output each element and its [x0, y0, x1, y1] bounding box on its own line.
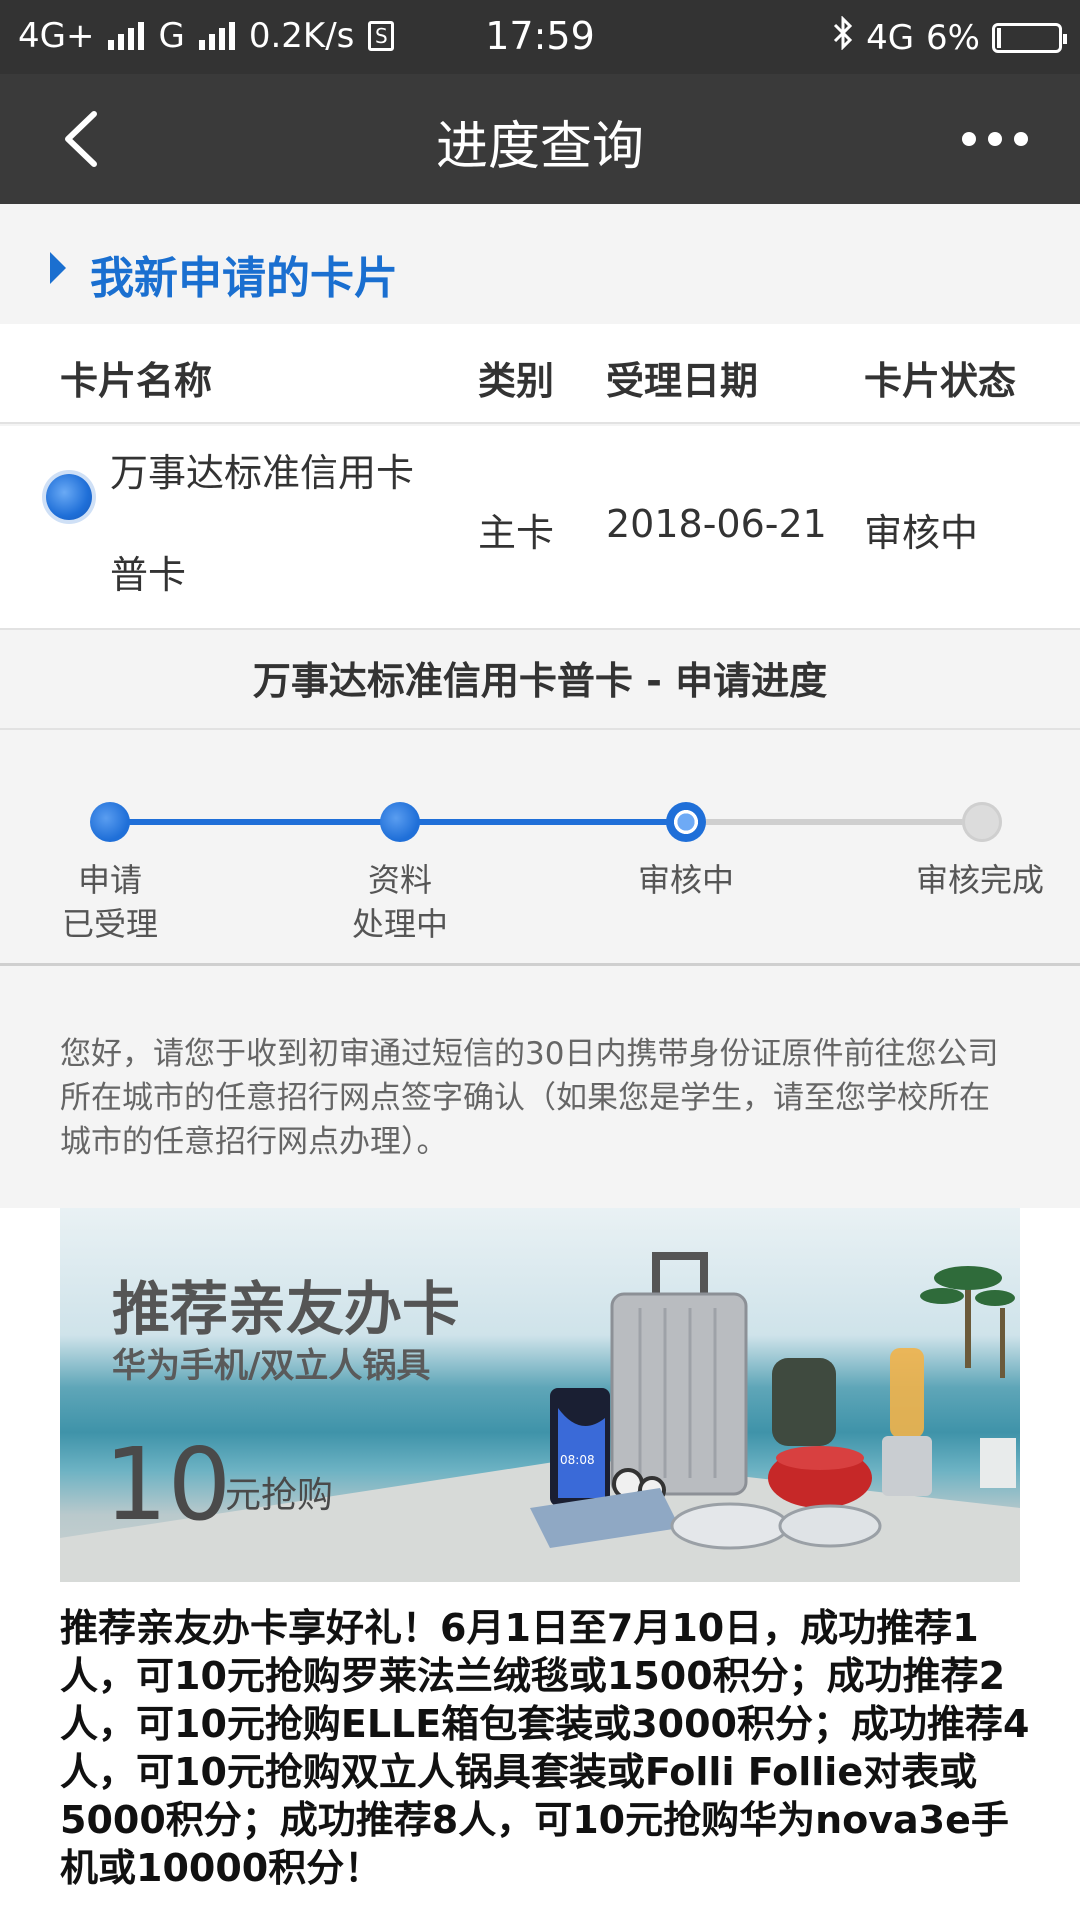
card-name-line1: 万事达标准信用卡 — [110, 451, 415, 495]
notice: 您好，请您于收到初审通过短信的30日内携带身份证原件前往您公司所在城市的任意招行… — [0, 968, 1080, 1208]
section-title: 我新申请的卡片 — [90, 253, 398, 304]
triangle-right-icon — [50, 252, 66, 284]
bluetooth-icon — [832, 15, 854, 59]
network-type-3: 4G — [866, 17, 915, 58]
banner-subtitle: 华为手机/双立人锅具 — [112, 1346, 431, 1386]
step-label-1: 申请 已受理 — [61, 861, 158, 943]
page-title: 进度查询 — [435, 117, 644, 177]
radio-selected-icon[interactable] — [46, 474, 92, 520]
status-bar: 4G+ G 0.2K/s S 17:59 4G 6% — [0, 0, 1080, 74]
progress-track-todo — [686, 819, 982, 825]
card-name: 万事达标准信用卡 普卡 — [110, 448, 460, 600]
banner-price-number: 10 — [104, 1426, 232, 1543]
battery-icon — [992, 22, 1067, 53]
table-header: 卡片名称 类别 受理日期 卡片状态 — [0, 324, 1080, 424]
step-node-4 — [962, 802, 1002, 842]
card-status: 审核中 — [864, 511, 979, 555]
banner-price-unit: 元抢购 — [225, 1475, 334, 1516]
progress-title: 万事达标准信用卡普卡 - 申请进度 — [0, 632, 1080, 730]
promo-section: 08:08 推荐亲友办卡 华为手机/双立人锅具 10 元抢购 推荐亲友办卡享好礼… — [0, 1208, 1080, 1920]
banner-title: 推荐亲友办卡 — [112, 1275, 461, 1343]
phone-clock-text: 08:08 — [560, 1453, 595, 1467]
col-date: 受理日期 — [606, 359, 759, 403]
card-category: 主卡 — [478, 511, 555, 555]
table-row[interactable]: 万事达标准信用卡 普卡 主卡 2018-06-21 审核中 — [0, 426, 1080, 630]
more-button[interactable] — [950, 114, 1040, 164]
col-card-name: 卡片名称 — [60, 359, 213, 403]
promo-banner[interactable]: 08:08 推荐亲友办卡 华为手机/双立人锅具 10 元抢购 — [60, 1208, 1020, 1582]
status-right: 4G 6% — [832, 15, 1067, 59]
step-node-2 — [380, 802, 420, 842]
nav-bar: 进度查询 — [0, 74, 1080, 204]
step-label-3: 审核中 — [637, 861, 734, 899]
step-label-4: 审核完成 — [915, 861, 1044, 899]
notice-text: 您好，请您于收到初审通过短信的30日内携带身份证原件前往您公司所在城市的任意招行… — [60, 1036, 999, 1160]
step-node-3 — [666, 802, 706, 842]
promo-text: 推荐亲友办卡享好礼！6月1日至7月10日，成功推荐1人，可10元抢购罗莱法兰绒毯… — [60, 1606, 1030, 1890]
col-category: 类别 — [478, 359, 555, 403]
card-name-line2: 普卡 — [110, 553, 187, 597]
step-label-2: 资料 处理中 — [351, 861, 448, 943]
more-dots-icon — [962, 132, 976, 146]
section-header[interactable]: 我新申请的卡片 — [0, 204, 1080, 324]
col-status: 卡片状态 — [864, 359, 1017, 403]
accept-date: 2018-06-21 — [606, 502, 827, 546]
step-node-1 — [90, 802, 130, 842]
progress-stepper: 申请 已受理 资料 处理中 审核中 审核完成 — [0, 730, 1080, 966]
battery-percent: 6% — [926, 17, 980, 58]
